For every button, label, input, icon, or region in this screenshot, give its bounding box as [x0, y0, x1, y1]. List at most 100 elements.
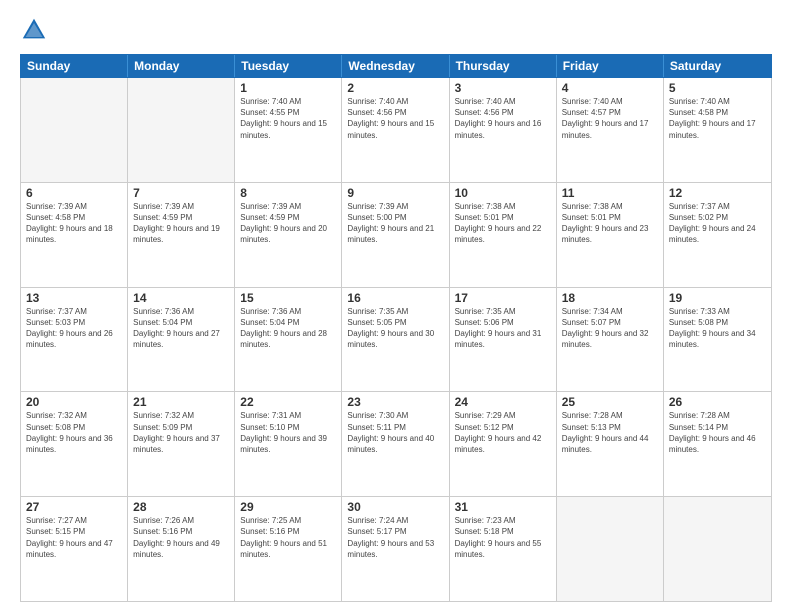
- calendar-cell: 16Sunrise: 7:35 AMSunset: 5:05 PMDayligh…: [342, 288, 449, 392]
- calendar-cell: 31Sunrise: 7:23 AMSunset: 5:18 PMDayligh…: [450, 497, 557, 601]
- calendar-cell: 21Sunrise: 7:32 AMSunset: 5:09 PMDayligh…: [128, 392, 235, 496]
- day-number: 30: [347, 500, 443, 514]
- calendar-cell: 22Sunrise: 7:31 AMSunset: 5:10 PMDayligh…: [235, 392, 342, 496]
- calendar-cell: 15Sunrise: 7:36 AMSunset: 5:04 PMDayligh…: [235, 288, 342, 392]
- calendar-cell: 26Sunrise: 7:28 AMSunset: 5:14 PMDayligh…: [664, 392, 771, 496]
- day-info: Sunrise: 7:38 AMSunset: 5:01 PMDaylight:…: [562, 201, 658, 246]
- day-number: 5: [669, 81, 766, 95]
- day-info: Sunrise: 7:39 AMSunset: 4:59 PMDaylight:…: [240, 201, 336, 246]
- calendar-week: 6Sunrise: 7:39 AMSunset: 4:58 PMDaylight…: [21, 183, 771, 288]
- calendar-cell: 7Sunrise: 7:39 AMSunset: 4:59 PMDaylight…: [128, 183, 235, 287]
- logo: [20, 16, 52, 44]
- day-number: 17: [455, 291, 551, 305]
- day-info: Sunrise: 7:30 AMSunset: 5:11 PMDaylight:…: [347, 410, 443, 455]
- day-info: Sunrise: 7:29 AMSunset: 5:12 PMDaylight:…: [455, 410, 551, 455]
- day-number: 8: [240, 186, 336, 200]
- calendar-week: 1Sunrise: 7:40 AMSunset: 4:55 PMDaylight…: [21, 78, 771, 183]
- day-info: Sunrise: 7:40 AMSunset: 4:55 PMDaylight:…: [240, 96, 336, 141]
- calendar-cell: 10Sunrise: 7:38 AMSunset: 5:01 PMDayligh…: [450, 183, 557, 287]
- day-number: 18: [562, 291, 658, 305]
- calendar-body: 1Sunrise: 7:40 AMSunset: 4:55 PMDaylight…: [20, 78, 772, 602]
- day-number: 27: [26, 500, 122, 514]
- day-number: 14: [133, 291, 229, 305]
- day-number: 15: [240, 291, 336, 305]
- day-info: Sunrise: 7:28 AMSunset: 5:13 PMDaylight:…: [562, 410, 658, 455]
- day-number: 3: [455, 81, 551, 95]
- calendar-cell: 19Sunrise: 7:33 AMSunset: 5:08 PMDayligh…: [664, 288, 771, 392]
- day-info: Sunrise: 7:28 AMSunset: 5:14 PMDaylight:…: [669, 410, 766, 455]
- day-number: 11: [562, 186, 658, 200]
- calendar: SundayMondayTuesdayWednesdayThursdayFrid…: [20, 54, 772, 602]
- day-info: Sunrise: 7:25 AMSunset: 5:16 PMDaylight:…: [240, 515, 336, 560]
- day-number: 9: [347, 186, 443, 200]
- calendar-cell: 17Sunrise: 7:35 AMSunset: 5:06 PMDayligh…: [450, 288, 557, 392]
- calendar-cell: 4Sunrise: 7:40 AMSunset: 4:57 PMDaylight…: [557, 78, 664, 182]
- calendar-header-cell: Thursday: [450, 55, 557, 77]
- day-info: Sunrise: 7:36 AMSunset: 5:04 PMDaylight:…: [133, 306, 229, 351]
- day-number: 28: [133, 500, 229, 514]
- day-number: 21: [133, 395, 229, 409]
- calendar-cell: 23Sunrise: 7:30 AMSunset: 5:11 PMDayligh…: [342, 392, 449, 496]
- day-number: 2: [347, 81, 443, 95]
- calendar-cell: 27Sunrise: 7:27 AMSunset: 5:15 PMDayligh…: [21, 497, 128, 601]
- header: [20, 16, 772, 44]
- calendar-cell: [664, 497, 771, 601]
- day-number: 29: [240, 500, 336, 514]
- day-info: Sunrise: 7:23 AMSunset: 5:18 PMDaylight:…: [455, 515, 551, 560]
- day-info: Sunrise: 7:39 AMSunset: 5:00 PMDaylight:…: [347, 201, 443, 246]
- calendar-header-cell: Wednesday: [342, 55, 449, 77]
- calendar-cell: 25Sunrise: 7:28 AMSunset: 5:13 PMDayligh…: [557, 392, 664, 496]
- calendar-header-cell: Monday: [128, 55, 235, 77]
- calendar-header-cell: Sunday: [21, 55, 128, 77]
- day-info: Sunrise: 7:31 AMSunset: 5:10 PMDaylight:…: [240, 410, 336, 455]
- page: SundayMondayTuesdayWednesdayThursdayFrid…: [0, 0, 792, 612]
- calendar-cell: [557, 497, 664, 601]
- day-info: Sunrise: 7:24 AMSunset: 5:17 PMDaylight:…: [347, 515, 443, 560]
- calendar-cell: 20Sunrise: 7:32 AMSunset: 5:08 PMDayligh…: [21, 392, 128, 496]
- day-info: Sunrise: 7:40 AMSunset: 4:58 PMDaylight:…: [669, 96, 766, 141]
- day-info: Sunrise: 7:34 AMSunset: 5:07 PMDaylight:…: [562, 306, 658, 351]
- day-number: 31: [455, 500, 551, 514]
- calendar-header-cell: Friday: [557, 55, 664, 77]
- day-info: Sunrise: 7:37 AMSunset: 5:02 PMDaylight:…: [669, 201, 766, 246]
- day-number: 22: [240, 395, 336, 409]
- day-info: Sunrise: 7:32 AMSunset: 5:09 PMDaylight:…: [133, 410, 229, 455]
- calendar-cell: 2Sunrise: 7:40 AMSunset: 4:56 PMDaylight…: [342, 78, 449, 182]
- logo-icon: [20, 16, 48, 44]
- day-number: 26: [669, 395, 766, 409]
- day-number: 12: [669, 186, 766, 200]
- day-number: 24: [455, 395, 551, 409]
- day-info: Sunrise: 7:39 AMSunset: 4:59 PMDaylight:…: [133, 201, 229, 246]
- calendar-cell: 28Sunrise: 7:26 AMSunset: 5:16 PMDayligh…: [128, 497, 235, 601]
- calendar-header-cell: Tuesday: [235, 55, 342, 77]
- calendar-cell: 30Sunrise: 7:24 AMSunset: 5:17 PMDayligh…: [342, 497, 449, 601]
- day-number: 7: [133, 186, 229, 200]
- day-info: Sunrise: 7:33 AMSunset: 5:08 PMDaylight:…: [669, 306, 766, 351]
- calendar-cell: 6Sunrise: 7:39 AMSunset: 4:58 PMDaylight…: [21, 183, 128, 287]
- calendar-week: 13Sunrise: 7:37 AMSunset: 5:03 PMDayligh…: [21, 288, 771, 393]
- day-number: 4: [562, 81, 658, 95]
- calendar-cell: 11Sunrise: 7:38 AMSunset: 5:01 PMDayligh…: [557, 183, 664, 287]
- calendar-cell: 14Sunrise: 7:36 AMSunset: 5:04 PMDayligh…: [128, 288, 235, 392]
- calendar-cell: [21, 78, 128, 182]
- calendar-cell: 24Sunrise: 7:29 AMSunset: 5:12 PMDayligh…: [450, 392, 557, 496]
- calendar-cell: 12Sunrise: 7:37 AMSunset: 5:02 PMDayligh…: [664, 183, 771, 287]
- day-number: 1: [240, 81, 336, 95]
- calendar-cell: 8Sunrise: 7:39 AMSunset: 4:59 PMDaylight…: [235, 183, 342, 287]
- day-info: Sunrise: 7:40 AMSunset: 4:56 PMDaylight:…: [347, 96, 443, 141]
- day-info: Sunrise: 7:32 AMSunset: 5:08 PMDaylight:…: [26, 410, 122, 455]
- calendar-cell: 29Sunrise: 7:25 AMSunset: 5:16 PMDayligh…: [235, 497, 342, 601]
- day-info: Sunrise: 7:26 AMSunset: 5:16 PMDaylight:…: [133, 515, 229, 560]
- day-number: 10: [455, 186, 551, 200]
- calendar-cell: 5Sunrise: 7:40 AMSunset: 4:58 PMDaylight…: [664, 78, 771, 182]
- day-info: Sunrise: 7:27 AMSunset: 5:15 PMDaylight:…: [26, 515, 122, 560]
- day-info: Sunrise: 7:36 AMSunset: 5:04 PMDaylight:…: [240, 306, 336, 351]
- day-info: Sunrise: 7:35 AMSunset: 5:05 PMDaylight:…: [347, 306, 443, 351]
- calendar-cell: 1Sunrise: 7:40 AMSunset: 4:55 PMDaylight…: [235, 78, 342, 182]
- day-info: Sunrise: 7:40 AMSunset: 4:56 PMDaylight:…: [455, 96, 551, 141]
- day-info: Sunrise: 7:39 AMSunset: 4:58 PMDaylight:…: [26, 201, 122, 246]
- calendar-cell: 3Sunrise: 7:40 AMSunset: 4:56 PMDaylight…: [450, 78, 557, 182]
- day-number: 16: [347, 291, 443, 305]
- calendar-cell: 18Sunrise: 7:34 AMSunset: 5:07 PMDayligh…: [557, 288, 664, 392]
- day-info: Sunrise: 7:40 AMSunset: 4:57 PMDaylight:…: [562, 96, 658, 141]
